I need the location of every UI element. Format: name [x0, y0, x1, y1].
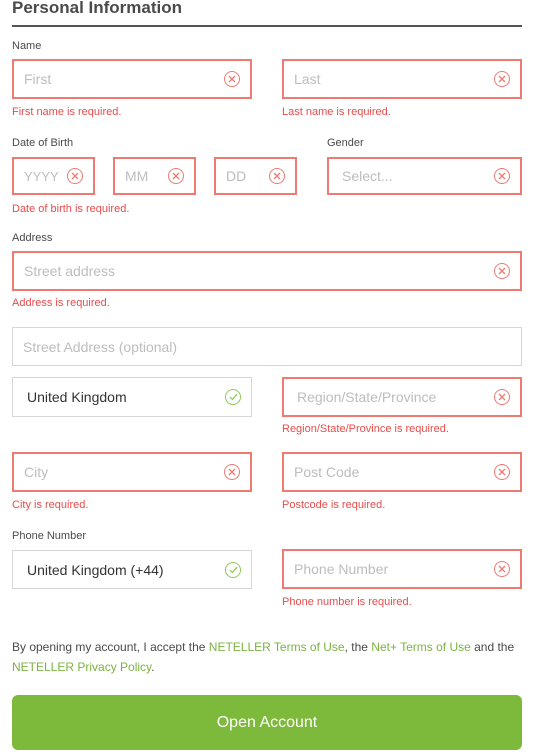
title-divider [12, 25, 522, 27]
dob-day-placeholder: DD [226, 168, 247, 184]
terms-suffix: . [151, 660, 155, 674]
country-value: United Kingdom [27, 389, 127, 405]
first-name-input[interactable]: First [12, 59, 252, 99]
first-name-error: First name is required. [12, 106, 122, 118]
x-circle-icon [224, 71, 240, 87]
dob-year-placeholder: YYYY [24, 168, 59, 184]
street-address-placeholder: Street address [24, 263, 116, 279]
region-input[interactable]: Region/State/Province [282, 377, 522, 417]
x-circle-icon [224, 464, 240, 480]
country-select[interactable]: United Kingdom [12, 377, 252, 417]
street-address-2-input[interactable]: Street Address (optional) [12, 327, 522, 366]
check-circle-icon [225, 561, 241, 578]
x-circle-icon [67, 168, 83, 184]
phone-number-placeholder: Phone Number [294, 561, 389, 577]
dob-month-input[interactable]: MM [113, 157, 196, 195]
open-account-button[interactable]: Open Account [12, 695, 522, 750]
terms-mid-1: , the [344, 640, 372, 654]
page-title: Personal Information [12, 0, 183, 17]
last-name-error: Last name is required. [282, 106, 391, 118]
dob-year-input[interactable]: YYYY [12, 157, 95, 195]
last-name-placeholder: Last [294, 71, 321, 87]
check-circle-icon [225, 389, 241, 405]
last-name-input[interactable]: Last [282, 59, 522, 99]
terms-mid-2: and the [470, 640, 515, 654]
postcode-input[interactable]: Post Code [282, 452, 522, 492]
phone-country-select[interactable]: United Kingdom (+44) [12, 550, 252, 589]
dob-day-input[interactable]: DD [214, 157, 297, 195]
net-plus-terms-link[interactable]: Net+ Terms of Use [371, 640, 470, 654]
terms-text: By opening my account, I accept the NETE… [12, 637, 522, 677]
city-error: City is required. [12, 499, 89, 511]
city-placeholder: City [24, 464, 49, 480]
phone-number-error: Phone number is required. [282, 596, 412, 608]
phone-label: Phone Number [12, 530, 86, 542]
privacy-policy-link[interactable]: NETELLER Privacy Policy [12, 660, 151, 674]
x-circle-icon [494, 464, 510, 480]
phone-number-input[interactable]: Phone Number [282, 549, 522, 589]
x-circle-icon [168, 168, 184, 184]
phone-country-value: United Kingdom (+44) [27, 561, 164, 578]
terms-prefix: By opening my account, I accept the [12, 640, 209, 654]
region-error: Region/State/Province is required. [282, 423, 449, 435]
x-circle-icon [494, 71, 510, 87]
dob-month-placeholder: MM [125, 168, 149, 184]
name-label: Name [12, 40, 42, 52]
postcode-error: Postcode is required. [282, 499, 386, 511]
street-address-input[interactable]: Street address [12, 251, 522, 291]
region-placeholder: Region/State/Province [297, 389, 437, 405]
x-circle-icon [494, 561, 510, 577]
first-name-placeholder: First [24, 71, 52, 87]
dob-error: Date of birth is required. [12, 203, 130, 215]
postcode-placeholder: Post Code [294, 464, 360, 480]
address-label: Address [12, 232, 53, 244]
x-circle-icon [494, 168, 510, 184]
x-circle-icon [494, 263, 510, 279]
x-circle-icon [494, 389, 510, 405]
city-input[interactable]: City [12, 452, 252, 492]
neteller-terms-link[interactable]: NETELLER Terms of Use [209, 640, 345, 654]
gender-label: Gender [327, 137, 364, 149]
gender-placeholder: Select... [342, 168, 393, 184]
street-address-2-placeholder: Street Address (optional) [23, 338, 178, 355]
street-address-error: Address is required. [12, 297, 110, 309]
gender-select[interactable]: Select... [327, 157, 522, 195]
x-circle-icon [269, 168, 285, 184]
dob-label: Date of Birth [12, 137, 74, 149]
